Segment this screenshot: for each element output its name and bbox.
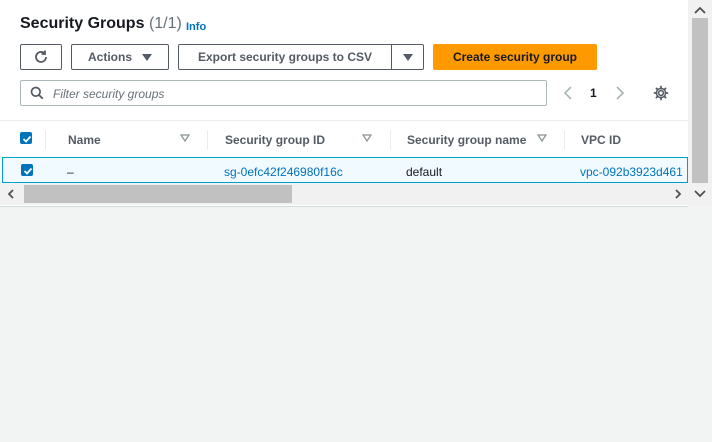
caret-down-icon — [402, 53, 413, 61]
column-divider — [207, 130, 208, 150]
cell-security-group-name: default — [406, 165, 443, 179]
filter-search-box[interactable] — [20, 80, 547, 106]
horizontal-scrollbar[interactable] — [0, 183, 688, 205]
column-header-name[interactable]: Name — [68, 133, 101, 147]
caret-down-icon — [142, 53, 152, 61]
cell-name: – — [67, 165, 74, 179]
export-csv-button[interactable]: Export security groups to CSV — [178, 44, 392, 70]
row-select-checkbox[interactable] — [21, 164, 33, 176]
column-divider — [390, 130, 391, 150]
refresh-button[interactable] — [20, 44, 62, 70]
scroll-down-icon[interactable] — [694, 189, 706, 199]
scroll-up-icon[interactable] — [694, 5, 706, 15]
current-page[interactable]: 1 — [590, 86, 597, 100]
column-header-security-group-id[interactable]: Security group ID — [225, 133, 325, 147]
horizontal-scroll-thumb[interactable] — [24, 185, 292, 203]
select-all-checkbox[interactable] — [20, 132, 32, 144]
security-groups-panel: Security Groups (1/1) Info Actions Expor… — [0, 0, 688, 207]
scroll-left-icon[interactable] — [6, 189, 16, 199]
column-divider — [45, 130, 46, 150]
column-header-security-group-name[interactable]: Security group name — [407, 133, 526, 147]
info-link[interactable]: Info — [186, 21, 206, 33]
column-header-vpc-id[interactable]: VPC ID — [581, 133, 621, 147]
checkmark-icon — [22, 135, 32, 143]
column-divider — [564, 130, 565, 150]
cell-vpc-id-link[interactable]: vpc-092b3923d461 — [580, 165, 683, 179]
chevron-right-icon[interactable] — [613, 85, 627, 101]
sort-icon[interactable] — [362, 133, 372, 143]
create-label: Create security group — [452, 50, 578, 64]
filter-search-input[interactable] — [51, 84, 535, 104]
table-row[interactable]: – sg-0efc42f246980f16c default vpc-092b3… — [2, 157, 688, 183]
page-title: Security Groups (1/1) — [20, 15, 182, 33]
table-header: Name Security group ID Security group na… — [0, 120, 688, 158]
refresh-icon — [35, 50, 47, 63]
settings-gear-icon[interactable] — [653, 85, 669, 101]
vertical-scroll-thumb[interactable] — [692, 18, 708, 183]
item-count: (1/1) — [148, 15, 182, 32]
checkmark-icon — [23, 167, 33, 175]
sort-icon[interactable] — [537, 133, 547, 143]
actions-dropdown-button[interactable]: Actions — [71, 44, 169, 70]
create-security-group-button[interactable]: Create security group — [433, 44, 597, 70]
export-options-dropdown[interactable] — [391, 44, 424, 70]
vertical-scrollbar[interactable] — [688, 0, 712, 206]
scroll-right-icon[interactable] — [673, 189, 683, 199]
search-icon — [30, 86, 44, 100]
chevron-left-icon[interactable] — [562, 85, 576, 101]
sort-icon[interactable] — [180, 133, 190, 143]
page-title-text: Security Groups — [20, 15, 145, 32]
cell-security-group-id-link[interactable]: sg-0efc42f246980f16c — [224, 165, 343, 179]
actions-label: Actions — [87, 50, 132, 64]
export-label: Export security groups to CSV — [197, 50, 373, 64]
